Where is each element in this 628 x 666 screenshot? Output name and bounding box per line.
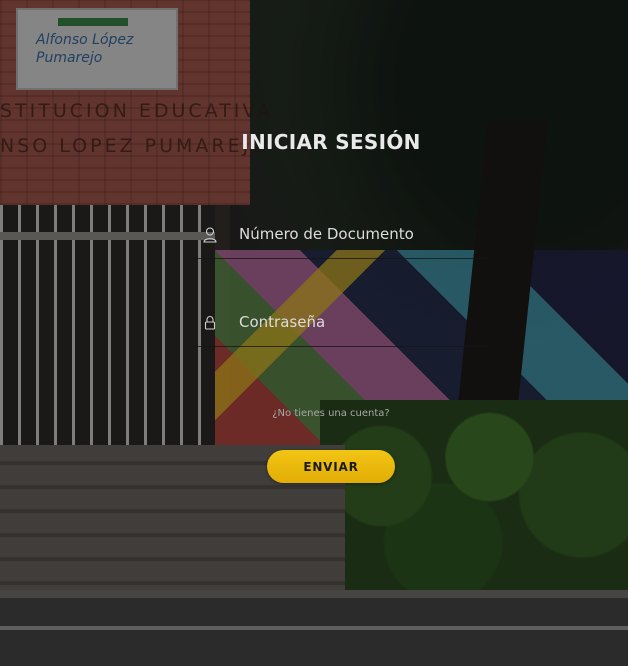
submit-button[interactable]: ENVIAR [267, 450, 395, 483]
password-field [195, 300, 487, 347]
document-input[interactable] [239, 222, 479, 246]
password-input[interactable] [239, 310, 479, 334]
page-title: INICIAR SESIÓN [241, 130, 421, 154]
login-form: INICIAR SESIÓN ¿No tienes una cuenta? EN… [0, 0, 628, 666]
lock-icon [203, 315, 217, 331]
user-icon [203, 227, 217, 243]
document-field [195, 212, 487, 259]
signup-link[interactable]: ¿No tienes una cuenta? [0, 408, 628, 419]
